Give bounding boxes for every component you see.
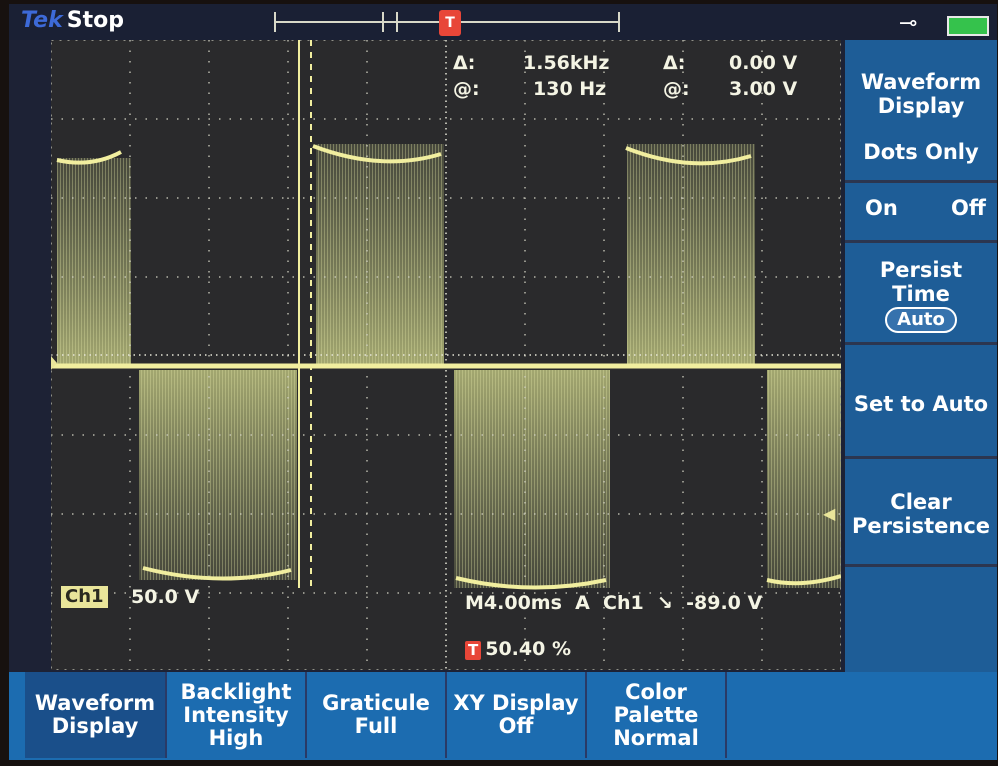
dots-only-toggle[interactable]: On Off bbox=[845, 190, 997, 230]
power-plug-icon: ⊸ bbox=[899, 11, 918, 36]
cursor-delta-label-1: Δ: bbox=[453, 52, 476, 74]
persistence-high-segments bbox=[57, 144, 755, 364]
persist-time-button[interactable]: Persist Time Auto bbox=[845, 258, 997, 333]
bottom-waveform-display-button[interactable]: Waveform Display bbox=[25, 672, 167, 758]
cursor-lines bbox=[298, 40, 312, 588]
cursor-at-label-1: @: bbox=[453, 78, 480, 100]
acquisition-status: Stop bbox=[66, 8, 124, 33]
cursor-delta-value-1: 1.56kHz bbox=[523, 52, 610, 74]
trigger-position-value: 50.40 % bbox=[485, 638, 571, 660]
persistence-low-segments bbox=[139, 370, 841, 588]
brand-and-status: Tek Stop bbox=[21, 8, 124, 33]
brand-logo: Tek bbox=[21, 8, 63, 33]
cursor-delta-value-2: 0.00 V bbox=[729, 52, 798, 74]
waveform-graticule: 1 ◀ Δ: 1.56kHz @: 130 Hz Δ: 0.00 V @: 3.… bbox=[51, 40, 841, 670]
side-menu: Waveform Display Dots Only On Off Persis… bbox=[845, 40, 997, 672]
oscilloscope-screen: Tek Stop T ⊸ ◀ Δ: 1.56kHz @: 130 Hz Δ: 0… bbox=[9, 4, 997, 760]
cursor-at-value-2: 3.00 V bbox=[729, 78, 798, 100]
dots-only-label: Dots Only bbox=[863, 140, 979, 164]
dots-only-on-option[interactable]: On bbox=[865, 196, 898, 220]
cursor-at-value-1: 130 Hz bbox=[533, 78, 607, 100]
channel-1-scale: 50.0 V bbox=[131, 586, 200, 608]
bottom-color-palette-button[interactable]: Color Palette Normal bbox=[587, 672, 727, 758]
status-bar: Tek Stop T ⊸ bbox=[9, 4, 997, 40]
cursor-at-label-2: @: bbox=[663, 78, 690, 100]
trigger-level-arrow-icon: ◀ bbox=[823, 504, 836, 523]
waveform-plot bbox=[51, 40, 841, 670]
trigger-position-marker: T bbox=[439, 10, 461, 36]
persist-time-value: Auto bbox=[885, 307, 957, 333]
record-view-window bbox=[382, 12, 398, 32]
bottom-graticule-button[interactable]: Graticule Full bbox=[307, 672, 447, 758]
cursor-delta-label-2: Δ: bbox=[663, 52, 686, 74]
bottom-xy-display-button[interactable]: XY Display Off bbox=[447, 672, 587, 758]
dots-only-off-option[interactable]: Off bbox=[951, 196, 986, 220]
channel-1-tag: Ch1 bbox=[61, 586, 108, 608]
clear-persistence-button[interactable]: Clear Persistence bbox=[845, 490, 997, 538]
side-menu-title: Waveform Display bbox=[860, 70, 982, 118]
trigger-icon: T bbox=[465, 641, 482, 660]
bottom-menu: Waveform Display Backlight Intensity Hig… bbox=[9, 672, 997, 760]
battery-icon bbox=[947, 16, 989, 36]
bottom-backlight-intensity-button[interactable]: Backlight Intensity High bbox=[167, 672, 307, 758]
timebase-trigger-readout: M4.00ms A Ch1 ↘ -89.0 V bbox=[465, 592, 763, 614]
set-to-auto-button[interactable]: Set to Auto bbox=[845, 392, 997, 416]
trigger-position-readout: T 50.40 % bbox=[465, 638, 571, 660]
